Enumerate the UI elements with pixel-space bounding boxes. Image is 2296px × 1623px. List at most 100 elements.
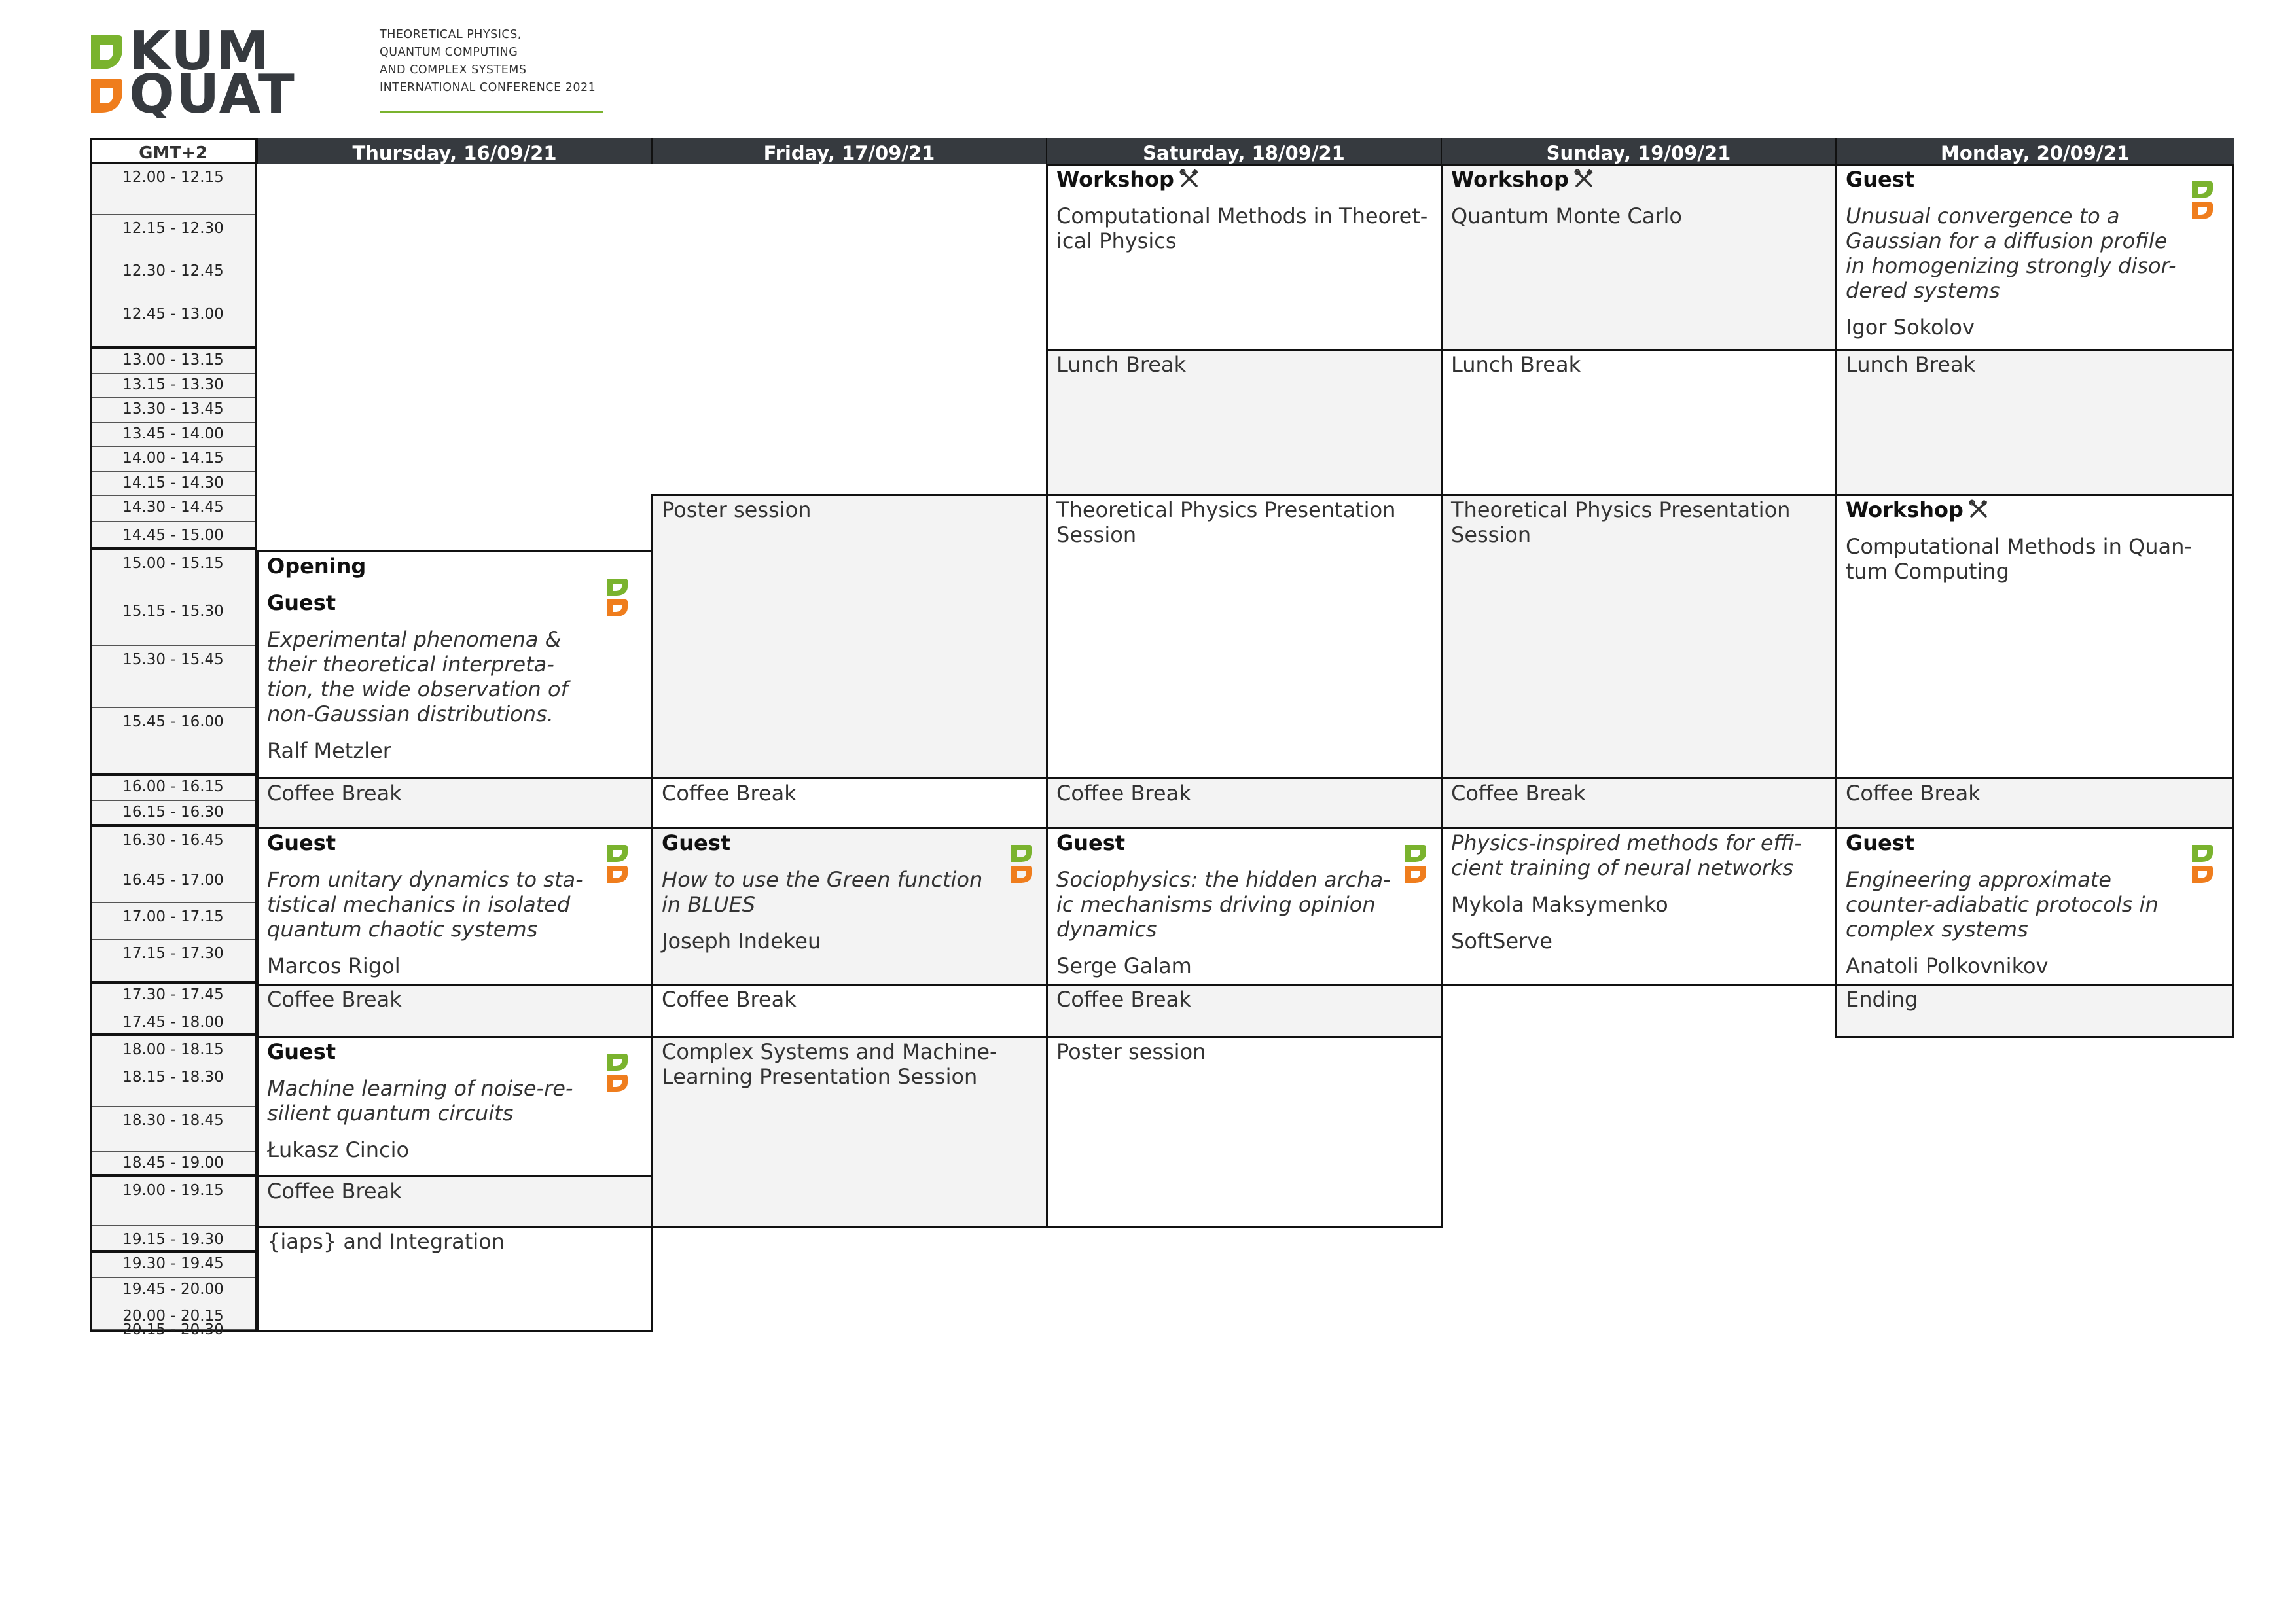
event-title: Coffee Break: [267, 987, 402, 1012]
time-slot: 16.45 - 17.00: [92, 866, 255, 903]
event-friday-poster-session[interactable]: Poster session: [651, 494, 1048, 779]
talk-title-line: non-Gaussian distributions.: [267, 702, 554, 726]
event-saturday-lunch-break[interactable]: Lunch Break: [1046, 349, 1443, 496]
guest-logo-icon: [1011, 845, 1032, 883]
talk-title-line: counter-adiabatic protocols in: [1846, 892, 2159, 917]
workshop-label: Workshop: [1451, 167, 1569, 192]
talk-title-line: How to use the Green function: [662, 867, 983, 892]
event-sunday-presentation-session[interactable]: Theoretical Physics Presentation Session: [1441, 494, 1837, 779]
event-tag-guest: Guest: [1056, 830, 1126, 855]
event-tag-workshop: Workshop: [1846, 497, 2232, 522]
talk-title-line: From unitary dynamics to sta-: [267, 867, 583, 892]
speaker-name: Ralf Metzler: [267, 738, 391, 763]
talk-title-line: dered systems: [1846, 278, 2000, 303]
event-monday-lunch-break[interactable]: Lunch Break: [1835, 349, 2234, 496]
time-slot: 14.00 - 14.15: [92, 447, 255, 472]
time-slot: 17.00 - 17.15: [92, 903, 255, 940]
tagline-underline: [380, 111, 603, 113]
event-title-line: ical Physics: [1056, 228, 1177, 253]
event-sunday-lunch-break[interactable]: Lunch Break: [1441, 349, 1837, 496]
event-title: Coffee Break: [1846, 781, 1981, 806]
event-friday-guest-talk[interactable]: Guest How to use the Green function in B…: [651, 827, 1048, 986]
day-header-thursday: Thursday, 16/09/21: [257, 138, 651, 164]
talk-title-line: in BLUES: [662, 892, 756, 917]
day-header-monday: Monday, 20/09/21: [1835, 138, 2234, 164]
time-slot: 16.00 - 16.15: [92, 776, 255, 801]
event-thursday-coffee-break[interactable]: Coffee Break: [257, 777, 653, 829]
event-monday-guest-talk[interactable]: Guest Unusual convergence to a Gaussian …: [1835, 164, 2234, 351]
time-slot: 15.15 - 15.30: [92, 597, 255, 646]
event-title: Lunch Break: [1846, 352, 1976, 377]
event-sunday-coffee-break[interactable]: Coffee Break: [1441, 777, 1837, 829]
event-title: Coffee Break: [1056, 781, 1191, 806]
event-saturday-guest-talk[interactable]: Guest Sociophysics: the hidden archa- ic…: [1046, 827, 1443, 986]
talk-title-line: tistical mechanics in isolated: [267, 892, 571, 917]
event-thursday-opening[interactable]: Opening Guest Experimental phenomena & t…: [257, 550, 653, 779]
time-slot: 12.30 - 12.45: [92, 257, 255, 300]
event-monday-guest-talk[interactable]: Guest Engineering approximate counter-ad…: [1835, 827, 2234, 986]
event-friday-coffee-break[interactable]: Coffee Break: [651, 777, 1048, 829]
timezone-header: GMT+2: [90, 138, 257, 164]
event-thursday-coffee-break[interactable]: Coffee Break: [257, 1175, 653, 1228]
guest-logo-icon: [607, 845, 628, 883]
time-slot: 12.15 - 12.30: [92, 215, 255, 257]
time-slot: 19.00 - 19.15: [92, 1177, 255, 1226]
talk-title-line: Gaussian for a diffusion profile: [1846, 228, 2168, 253]
event-sunday-talk[interactable]: Physics-inspired methods for effi- cient…: [1441, 827, 1837, 986]
event-tag-guest: Guest: [662, 830, 731, 855]
time-slot: 17.45 - 18.00: [92, 1008, 255, 1036]
guest-logo-icon: [1405, 845, 1426, 883]
tools-icon: [1969, 499, 1988, 518]
day-header-friday: Friday, 17/09/21: [651, 138, 1046, 164]
event-monday-coffee-break[interactable]: Coffee Break: [1835, 777, 2234, 829]
tagline-line: THEORETICAL PHYSICS,: [380, 28, 522, 41]
event-monday-ending[interactable]: Ending: [1835, 984, 2234, 1038]
time-slot: 13.00 - 13.15: [92, 349, 255, 374]
event-saturday-workshop[interactable]: Workshop Computational Methods in Theore…: [1046, 164, 1443, 351]
event-saturday-coffee-break[interactable]: Coffee Break: [1046, 984, 1443, 1038]
time-slot: 19.15 - 19.30: [92, 1226, 255, 1253]
guest-logo-icon: [607, 579, 628, 616]
talk-title-line: silient quantum circuits: [267, 1101, 514, 1126]
event-thursday-coffee-break[interactable]: Coffee Break: [257, 984, 653, 1038]
talk-title-line: Unusual convergence to a: [1846, 204, 2120, 228]
time-slot: 17.15 - 17.30: [92, 940, 255, 984]
guest-logo-icon: [2192, 845, 2213, 883]
event-tag-guest: Guest: [1846, 167, 1915, 192]
event-title: Lunch Break: [1451, 352, 1581, 377]
event-thursday-guest-talk[interactable]: Guest From unitary dynamics to sta- tist…: [257, 827, 653, 986]
speaker-name: Łukasz Cincio: [267, 1137, 410, 1162]
tools-icon: [1574, 169, 1593, 187]
talk-title-line: tion, the wide observation of: [267, 677, 568, 702]
event-saturday-coffee-break[interactable]: Coffee Break: [1046, 777, 1443, 829]
speaker-name: Joseph Indekeu: [662, 929, 821, 954]
event-thursday-iaps-integration[interactable]: {iaps} and Integration: [257, 1226, 653, 1332]
time-slot: 15.00 - 15.15: [92, 550, 255, 597]
talk-title-line: ic mechanisms driving opinion: [1056, 892, 1376, 917]
event-monday-workshop[interactable]: Workshop Computational Methods in Quan- …: [1835, 494, 2234, 779]
event-thursday-guest-talk[interactable]: Guest Machine learning of noise-re- sili…: [257, 1036, 653, 1177]
time-slot: 13.15 - 13.30: [92, 374, 255, 398]
event-sunday-workshop[interactable]: Workshop Quantum Monte Carlo: [1441, 164, 1837, 351]
talk-title-line: cient training of neural networks: [1451, 855, 1794, 880]
event-saturday-poster-session[interactable]: Poster session: [1046, 1036, 1443, 1228]
talk-title-line: complex systems: [1846, 917, 2028, 942]
event-title: Poster session: [1056, 1039, 1206, 1064]
time-slot: 18.00 - 18.15: [92, 1036, 255, 1063]
time-slot: 16.30 - 16.45: [92, 827, 255, 866]
time-slot: 12.00 - 12.15: [92, 164, 255, 215]
time-slot: 13.45 - 14.00: [92, 423, 255, 447]
time-slot: 15.45 - 16.00: [92, 708, 255, 776]
event-title-line: Learning Presentation Session: [662, 1064, 978, 1089]
talk-title-line: quantum chaotic systems: [267, 917, 538, 942]
event-friday-coffee-break[interactable]: Coffee Break: [651, 984, 1048, 1038]
time-slot: 19.30 - 19.45: [92, 1253, 255, 1278]
day-header-saturday: Saturday, 18/09/21: [1046, 138, 1441, 164]
conference-tagline: THEORETICAL PHYSICS, QUANTUM COMPUTING A…: [380, 26, 615, 97]
event-title: Lunch Break: [1056, 352, 1187, 377]
time-slot: 18.15 - 18.30: [92, 1063, 255, 1107]
event-saturday-presentation-session[interactable]: Theoretical Physics Presentation Session: [1046, 494, 1443, 779]
tagline-line: QUANTUM COMPUTING: [380, 46, 518, 59]
event-friday-presentation-session[interactable]: Complex Systems and Machine- Learning Pr…: [651, 1036, 1048, 1228]
talk-title-line: dynamics: [1056, 917, 1157, 942]
